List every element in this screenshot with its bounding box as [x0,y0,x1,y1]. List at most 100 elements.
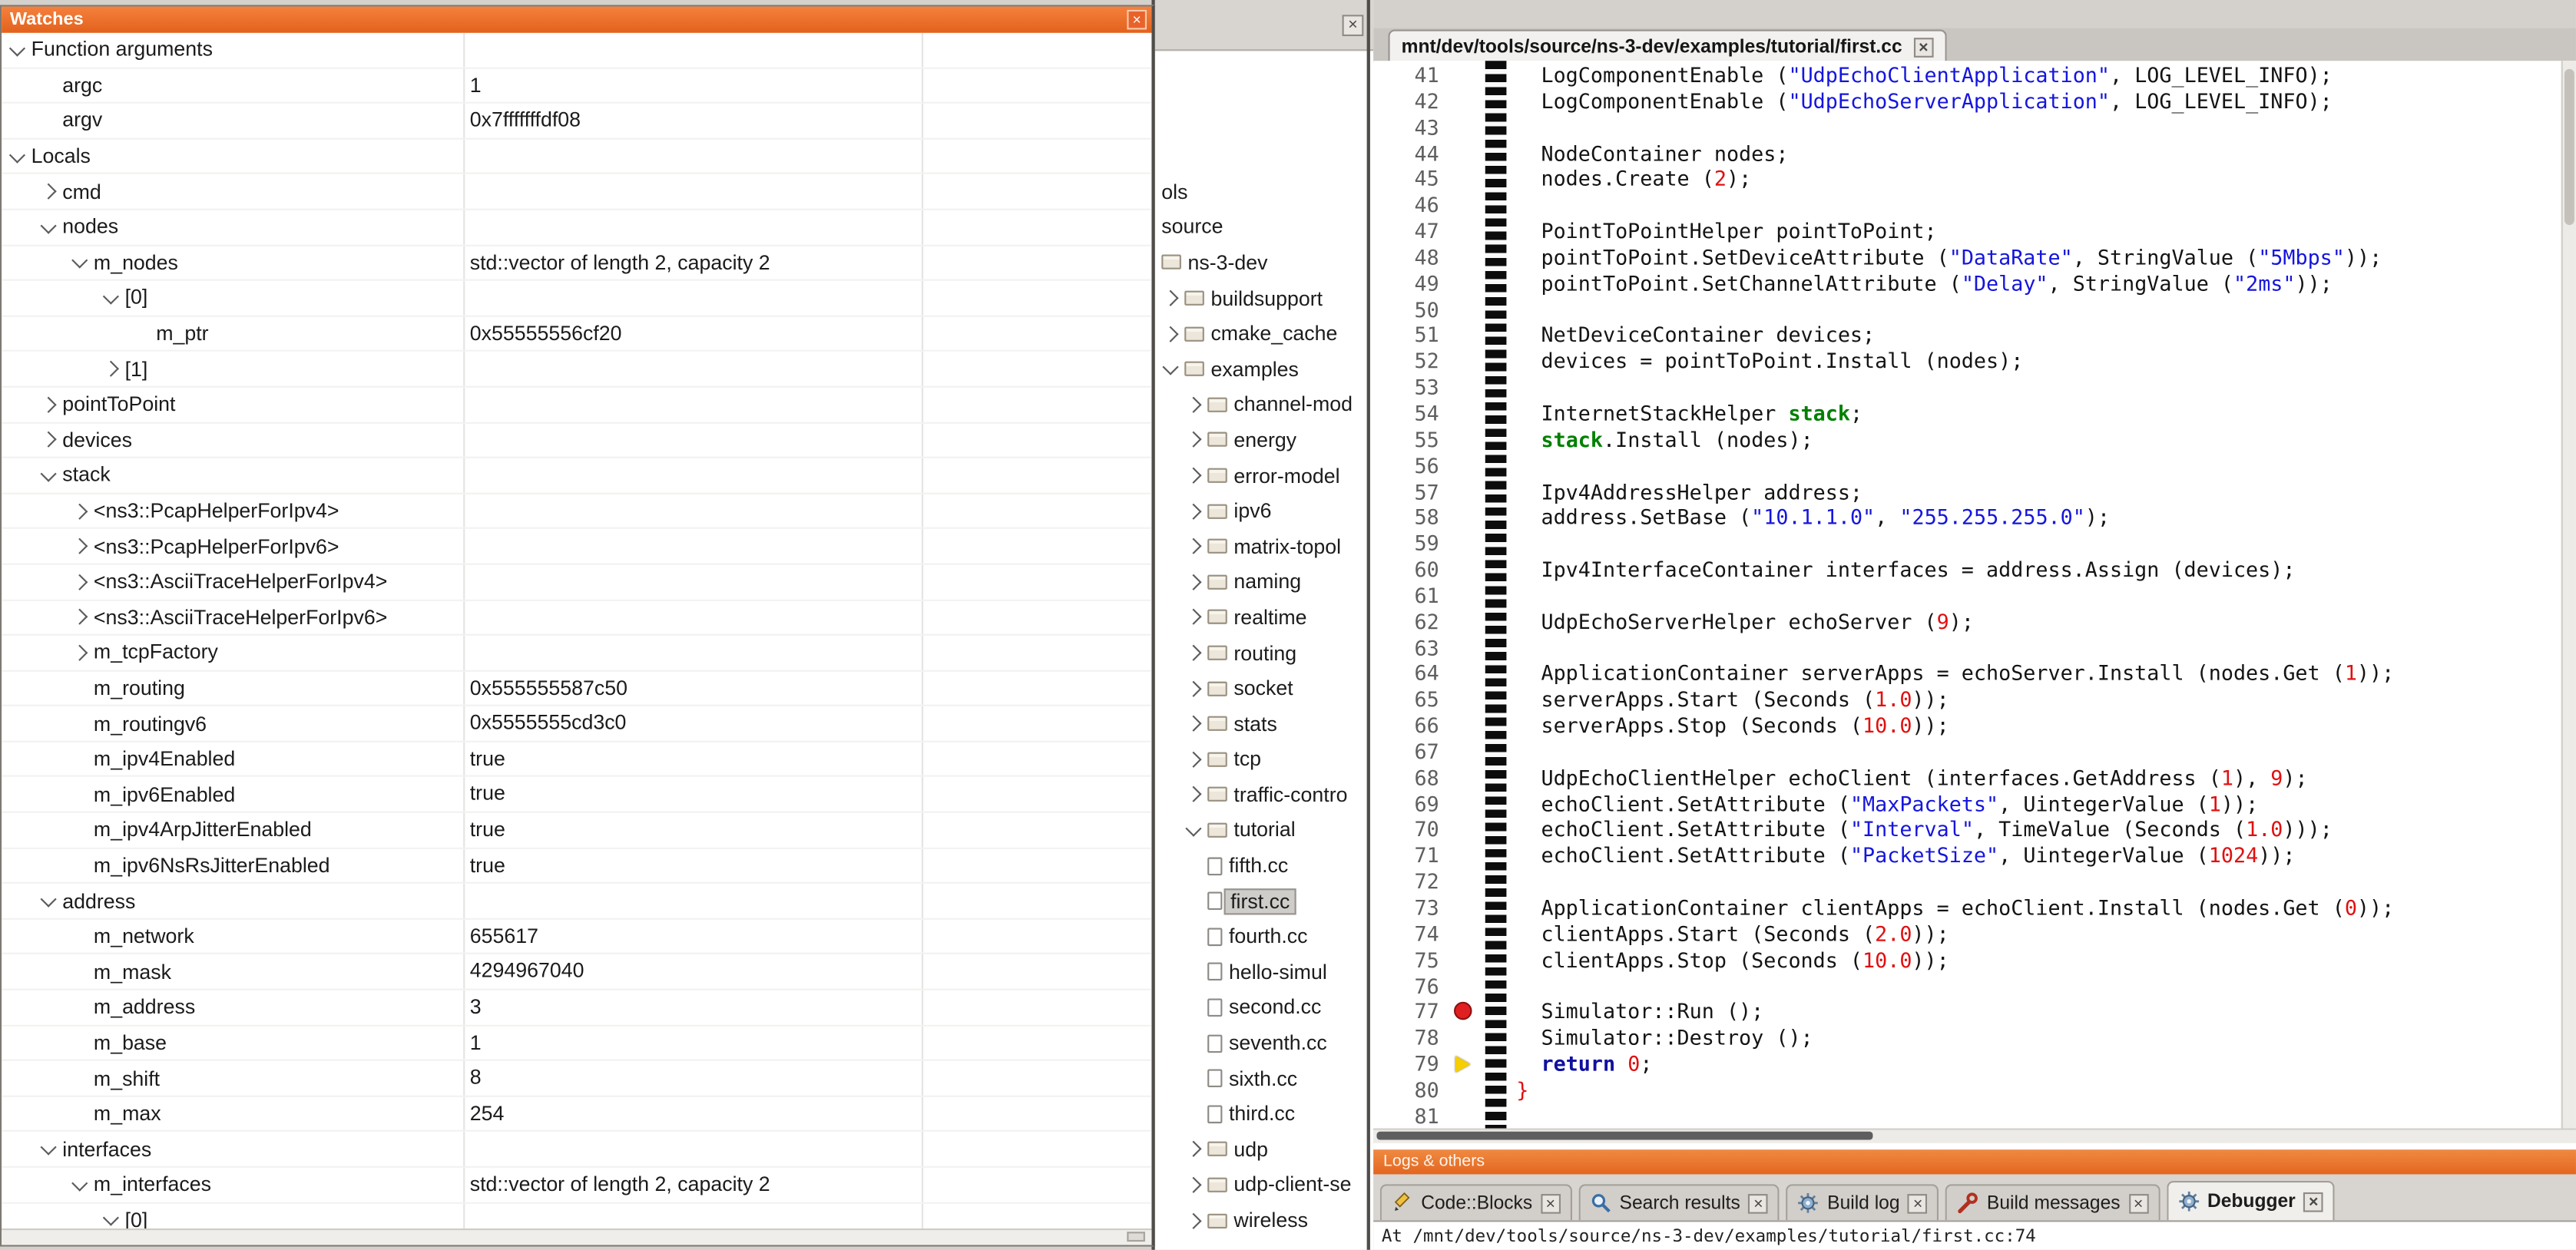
watch-row[interactable]: cmd [2,175,1151,210]
chevron-right-icon[interactable] [71,505,94,517]
close-icon[interactable] [1127,10,1147,30]
code-line[interactable]: 68 UdpEchoClientHelper echoClient (inter… [1373,765,2563,791]
chevron-down-icon[interactable] [39,1145,62,1153]
breakpoint-margin[interactable] [1449,739,1482,765]
watch-row[interactable]: interfaces [2,1133,1151,1168]
watch-row[interactable]: m_ptr0x55555556cf20 [2,316,1151,352]
watch-row[interactable]: Function arguments [2,33,1151,68]
breakpoint-margin[interactable] [1449,141,1482,167]
code-line[interactable]: 44 NodeContainer nodes; [1373,141,2563,167]
tree-item-ns-3-dev[interactable]: ns-3-dev [1155,245,1373,280]
tree-item-matrix-topol[interactable]: matrix-topol [1155,529,1373,564]
code-line[interactable]: 41 LogComponentEnable ("UdpEchoClientApp… [1373,62,2563,88]
chevron-right-icon[interactable] [1184,612,1207,623]
close-icon[interactable] [1748,1193,1768,1213]
watch-row[interactable]: m_base1 [2,1026,1151,1061]
tree-item-socket[interactable]: socket [1155,670,1373,706]
breakpoint-margin[interactable] [1449,219,1482,245]
watch-row[interactable]: <ns3::PcapHelperForIpv6> [2,529,1151,564]
tree-item-ipv6[interactable]: ipv6 [1155,493,1373,528]
code-line[interactable]: 70 echoClient.SetAttribute ("Interval", … [1373,817,2563,843]
breakpoint-margin[interactable] [1449,167,1482,193]
watch-row[interactable]: m_network655617 [2,920,1151,955]
breakpoint-margin[interactable] [1449,401,1482,427]
breakpoint-margin[interactable] [1449,765,1482,791]
chevron-right-icon[interactable] [102,363,125,375]
tree-item-tutorial[interactable]: tutorial [1155,812,1373,848]
code-line[interactable]: 67 [1373,739,2563,765]
watch-row[interactable]: [1] [2,352,1151,387]
code-line[interactable]: 53 [1373,375,2563,401]
tree-item-buildsupport[interactable]: buildsupport [1155,280,1373,316]
tab-search-results[interactable]: Search results [1578,1184,1780,1220]
chevron-right-icon[interactable] [1184,718,1207,729]
tree-item-tcp[interactable]: tcp [1155,742,1373,777]
chevron-down-icon[interactable] [8,152,31,160]
watch-row[interactable]: m_ipv4Enabledtrue [2,742,1151,778]
tree-item-first-cc[interactable]: first.cc [1155,884,1373,919]
code-line[interactable]: 60 Ipv4InterfaceContainer interfaces = a… [1373,557,2563,583]
breakpoint-margin-strip[interactable] [1482,61,1509,1128]
tree-item-ols[interactable]: ols [1155,174,1373,210]
watch-row[interactable]: <ns3::PcapHelperForIpv4> [2,494,1151,529]
breakpoint-margin[interactable] [1449,895,1482,921]
breakpoint-margin[interactable] [1449,1051,1482,1077]
chevron-right-icon[interactable] [1184,1179,1207,1191]
breakpoint-margin[interactable] [1449,1103,1482,1129]
code-line[interactable]: 59 [1373,531,2563,557]
chevron-right-icon[interactable] [1184,1215,1207,1226]
code-line[interactable]: 47 PointToPointHelper pointToPoint; [1373,219,2563,245]
chevron-right-icon[interactable] [39,398,62,410]
code-line[interactable]: 52 devices = pointToPoint.Install (nodes… [1373,349,2563,375]
tab-build-messages[interactable]: Build messages [1945,1184,2159,1220]
chevron-down-icon[interactable] [8,45,31,54]
code-line[interactable]: 55 stack.Install (nodes); [1373,427,2563,453]
code-line[interactable]: 46 [1373,193,2563,219]
tab-build-log[interactable]: Build log [1786,1184,1939,1220]
watch-row[interactable]: m_shift8 [2,1061,1151,1096]
code-line[interactable]: 73 ApplicationContainer clientApps = ech… [1373,895,2563,921]
tree-item-seventh-cc[interactable]: seventh.cc [1155,1025,1373,1060]
breakpoint-margin[interactable] [1449,843,1482,869]
tree-item-examples[interactable]: examples [1155,352,1373,387]
code-line[interactable]: 74 clientApps.Start (Seconds (2.0)); [1373,921,2563,947]
breakpoint-margin[interactable] [1449,453,1482,479]
tree-item-routing[interactable]: routing [1155,635,1373,670]
breakpoint-margin[interactable] [1449,609,1482,635]
watch-row[interactable]: m_ipv4ArpJitterEnabledtrue [2,813,1151,848]
code-line[interactable]: 62 UdpEchoServerHelper echoServer (9); [1373,609,2563,635]
code-line[interactable]: 54 InternetStackHelper stack; [1373,401,2563,427]
tab-debugger[interactable]: Debugger [2166,1181,2335,1220]
code-line[interactable]: 61 [1373,583,2563,609]
breakpoint-margin[interactable] [1449,947,1482,974]
tree-item-error-model[interactable]: error-model [1155,458,1373,493]
breakpoint-margin[interactable] [1449,973,1482,999]
close-icon[interactable] [2303,1192,2323,1212]
breakpoint-margin[interactable] [1449,245,1482,271]
watch-row[interactable]: <ns3::AsciiTraceHelperForIpv4> [2,565,1151,600]
tree-item-wireless[interactable]: wireless [1155,1202,1373,1238]
tab-code-blocks[interactable]: Code::Blocks [1380,1184,1572,1220]
breakpoint-margin[interactable] [1449,504,1482,531]
chevron-right-icon[interactable] [39,434,62,445]
close-icon[interactable] [1908,1193,1928,1213]
breakpoint-margin[interactable] [1449,583,1482,609]
breakpoint-margin[interactable] [1449,1077,1482,1103]
horizontal-scrollbar[interactable] [1373,1128,2576,1143]
code-line[interactable]: 49 pointToPoint.SetChannelAttribute ("De… [1373,270,2563,296]
breakpoint-margin[interactable] [1449,869,1482,895]
breakpoint-margin[interactable] [1449,296,1482,322]
breakpoint-margin[interactable] [1449,114,1482,141]
tree-item-energy[interactable]: energy [1155,422,1373,458]
code-line[interactable]: 80} [1373,1077,2563,1103]
breakpoint-margin[interactable] [1449,791,1482,817]
scrollbar-button[interactable] [1127,1232,1145,1242]
tree-item-channel-mod[interactable]: channel-mod [1155,387,1373,422]
editor-tab[interactable]: mnt/dev/tools/source/ns-3-dev/examples/t… [1388,30,1946,63]
tree-item-fourth-cc[interactable]: fourth.cc [1155,919,1373,954]
code-line[interactable]: 50 [1373,296,2563,322]
chevron-right-icon[interactable] [1161,328,1184,339]
breakpoint-margin[interactable] [1449,349,1482,375]
code-line[interactable]: 42 LogComponentEnable ("UdpEchoServerApp… [1373,88,2563,114]
chevron-right-icon[interactable] [1184,505,1207,517]
